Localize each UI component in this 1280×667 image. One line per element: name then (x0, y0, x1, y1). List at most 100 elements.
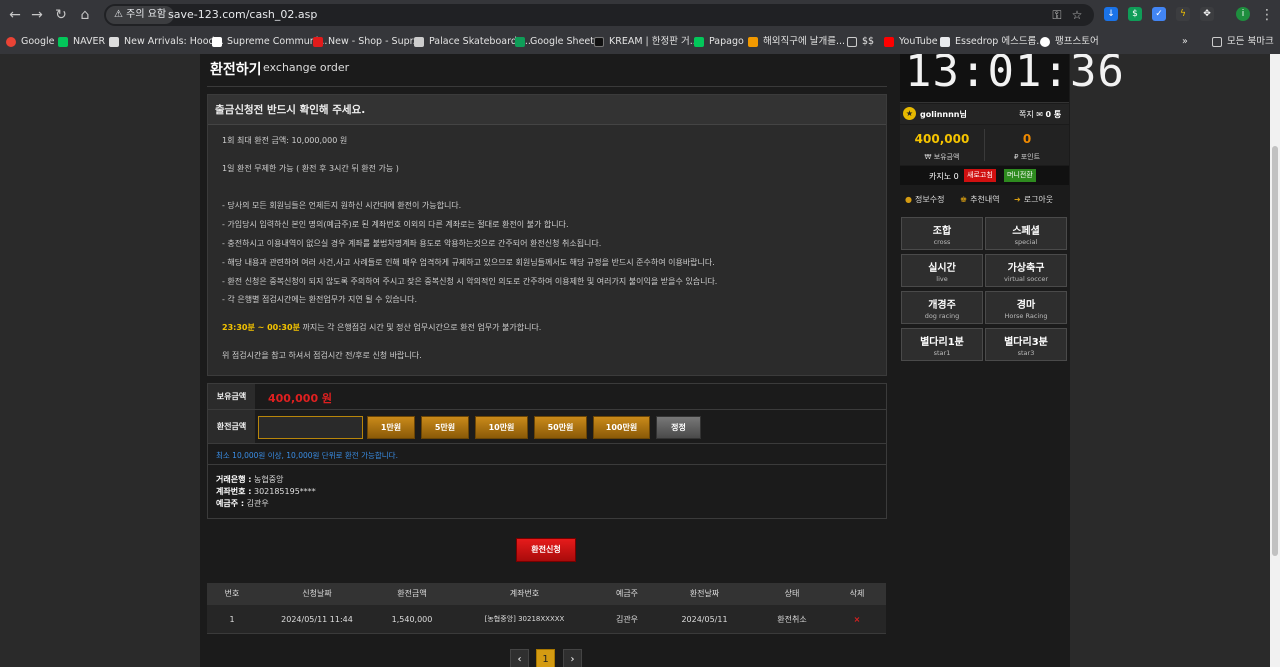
menu-star3[interactable]: 별다리3분 star3 (985, 328, 1067, 361)
notice-footer: 위 점검시간을 참고 하셔서 점검시간 전/후로 신청 바랍니다. (222, 351, 422, 360)
bookmark-supreme-community[interactable]: Supreme Communi... (212, 34, 327, 50)
back-icon[interactable]: ← (6, 6, 24, 24)
holding-value: 400,000 원 (268, 392, 333, 405)
star-icon[interactable]: ☆ (1068, 6, 1086, 24)
quick-100k-button[interactable]: 10만원 (475, 416, 528, 439)
referral-label: 추천내역 (970, 195, 1000, 204)
menu-virtual-soccer[interactable]: 가상축구 virtual soccer (985, 254, 1067, 287)
header-cell: 삭제 (849, 589, 865, 598)
gear-icon (1040, 37, 1050, 47)
menu-cross[interactable]: 조합 cross (901, 217, 983, 250)
url-text[interactable]: save-123.com/cash_02.asp (168, 4, 317, 26)
edit-info-label: 정보수정 (914, 195, 945, 204)
bookmark-store[interactable]: 팽프스토어 (1040, 34, 1099, 50)
palace-icon (414, 37, 424, 47)
bolt-extension-icon[interactable]: ϟ (1176, 7, 1190, 21)
balance-panel: 400,000 ₩ 보유금액 0 ₽ 포인트 (900, 125, 1069, 165)
notice-line: - 각 은행별 점검시간에는 환전업무가 지연 될 수 있습니다. (222, 295, 418, 304)
notice-line: - 가입당시 입력하신 본인 명의(예금주)로 된 계좌번호 이외의 다른 계좌… (222, 220, 569, 229)
amount-input[interactable] (258, 416, 363, 439)
menu-dots-icon[interactable]: ⋮ (1258, 6, 1276, 24)
site-icon (940, 37, 950, 47)
reload-icon[interactable]: ↻ (52, 6, 70, 24)
scrollbar-thumb[interactable] (1272, 146, 1278, 556)
naver-icon (58, 37, 68, 47)
money-transfer-button[interactable]: 머니전환 (1004, 169, 1036, 182)
account-label: 계좌번호 : (216, 487, 252, 496)
bookmark-label: NAVER (73, 36, 106, 47)
kream-icon (594, 37, 604, 47)
bookmark-supreme-shop[interactable]: New - Shop - Supr... (313, 34, 422, 50)
level-star-icon: ★ (903, 107, 916, 120)
forward-icon[interactable]: → (28, 6, 46, 24)
quick-50k-button[interactable]: 5만원 (421, 416, 469, 439)
security-warning[interactable]: ⚠ 주의 요함 (106, 6, 175, 24)
bookmark-google[interactable]: Google (6, 34, 55, 50)
reset-button[interactable]: 정정 (656, 416, 701, 439)
users-icon: ♚ (960, 195, 968, 204)
bookmark-papago[interactable]: Papago (694, 34, 744, 50)
balance-value: 400,000 (914, 132, 970, 146)
notice-line: - 충전하시고 이용내역이 없으실 경우 계좌를 불법차명계좌 용도로 악용하는… (222, 239, 602, 248)
notice-line: - 당사의 모든 회원님들은 언제든지 원하신 시간대에 환전이 가능합니다. (222, 201, 462, 210)
messages-link[interactable]: 쪽지 ✉ 0 통 (1019, 109, 1061, 120)
bookmark-label: YouTube (899, 36, 938, 47)
messages-count: 0 통 (1045, 110, 1062, 119)
bookmark-essedrop[interactable]: Essedrop 에스드롭... (940, 34, 1045, 50)
bookmarks-bar: Google NAVER New Arrivals: Hood... Supre… (0, 30, 1280, 54)
logout-link[interactable]: ➜ 로그아웃 (1014, 194, 1053, 205)
menu-star1[interactable]: 별다리1분 star1 (901, 328, 983, 361)
menu-live[interactable]: 실시간 live (901, 254, 983, 287)
key-icon[interactable]: ⚿ (1048, 6, 1066, 24)
referral-link[interactable]: ♚ 추천내역 (960, 194, 1000, 205)
divider (208, 443, 886, 444)
menu-label: 조합 (932, 226, 952, 237)
header-cell: 환전금액 (397, 589, 427, 598)
quick-1m-button[interactable]: 100만원 (593, 416, 650, 439)
next-page-button[interactable]: › (563, 649, 582, 667)
bank-name: 농협중앙 (253, 475, 284, 484)
profile-avatar[interactable]: i (1236, 7, 1250, 21)
bookmark-label: Google (21, 36, 55, 47)
page-number-button[interactable]: 1 (536, 649, 555, 667)
bookmarks-overflow-icon[interactable]: » (1182, 34, 1188, 50)
edit-info-link[interactable]: ● 정보수정 (905, 194, 944, 205)
browser-toolbar: ← → ↻ ⌂ ⚠ 주의 요함 save-123.com/cash_02.asp… (0, 0, 1280, 30)
menu-horse-racing[interactable]: 경마 Horse Racing (985, 291, 1067, 324)
all-bookmarks[interactable]: 모든 북마크 (1212, 34, 1274, 50)
home-icon[interactable]: ⌂ (76, 6, 94, 24)
bookmark-kream[interactable]: KREAM | 한정판 거... (594, 34, 699, 50)
youtube-icon (884, 37, 894, 47)
prev-page-button[interactable]: ‹ (510, 649, 529, 667)
info-icon: ● (905, 195, 912, 204)
row-number: 1 (229, 615, 235, 624)
quick-10k-button[interactable]: 1만원 (367, 416, 415, 439)
site-icon (212, 37, 222, 47)
refresh-button[interactable]: 새로고침 (964, 169, 996, 182)
page-title: 환전하기 (210, 62, 262, 78)
submit-exchange-button[interactable]: 환전신청 (516, 538, 576, 562)
menu-special[interactable]: 스페셜 special (985, 217, 1067, 250)
row-request-date: 2024/05/11 11:44 (281, 615, 353, 624)
bookmark-google-sheets[interactable]: Google Sheets (515, 34, 599, 50)
bookmark-palace[interactable]: Palace Skateboards... (414, 34, 531, 50)
notice-box: 출금신청전 반드시 확인해 주세요. 1회 최대 환전 금액: 10,000,0… (207, 94, 887, 376)
logout-label: 로그아웃 (1023, 195, 1054, 204)
menu-sublabel: star3 (1017, 349, 1035, 357)
menu-dog-racing[interactable]: 개경주 dog racing (901, 291, 983, 324)
bookmark-hood[interactable]: New Arrivals: Hood... (109, 34, 224, 50)
quick-500k-button[interactable]: 50만원 (534, 416, 587, 439)
download-extension-icon[interactable]: ↓ (1104, 7, 1118, 21)
bookmark-overseas[interactable]: 해외직구에 날개를... (748, 34, 845, 50)
delete-icon[interactable]: × (837, 605, 877, 634)
bookmark-youtube[interactable]: YouTube (884, 34, 938, 50)
check-extension-icon[interactable]: ✓ (1152, 7, 1166, 21)
address-bar[interactable]: ⚠ 주의 요함 save-123.com/cash_02.asp ⚿ ☆ (104, 4, 1094, 26)
puzzle-extension-icon[interactable]: ✥ (1200, 7, 1214, 21)
header-cell: 계좌번호 (509, 589, 540, 598)
row-amount: 1,540,000 (391, 615, 433, 624)
notice-time-text: 까지는 각 은행점검 시간 및 정산 업무시간으로 환전 업무가 불가합니다. (299, 323, 542, 332)
bookmark-folder-dollars[interactable]: $$ (847, 34, 874, 50)
money-extension-icon[interactable]: $ (1128, 7, 1142, 21)
bookmark-naver[interactable]: NAVER (58, 34, 105, 50)
